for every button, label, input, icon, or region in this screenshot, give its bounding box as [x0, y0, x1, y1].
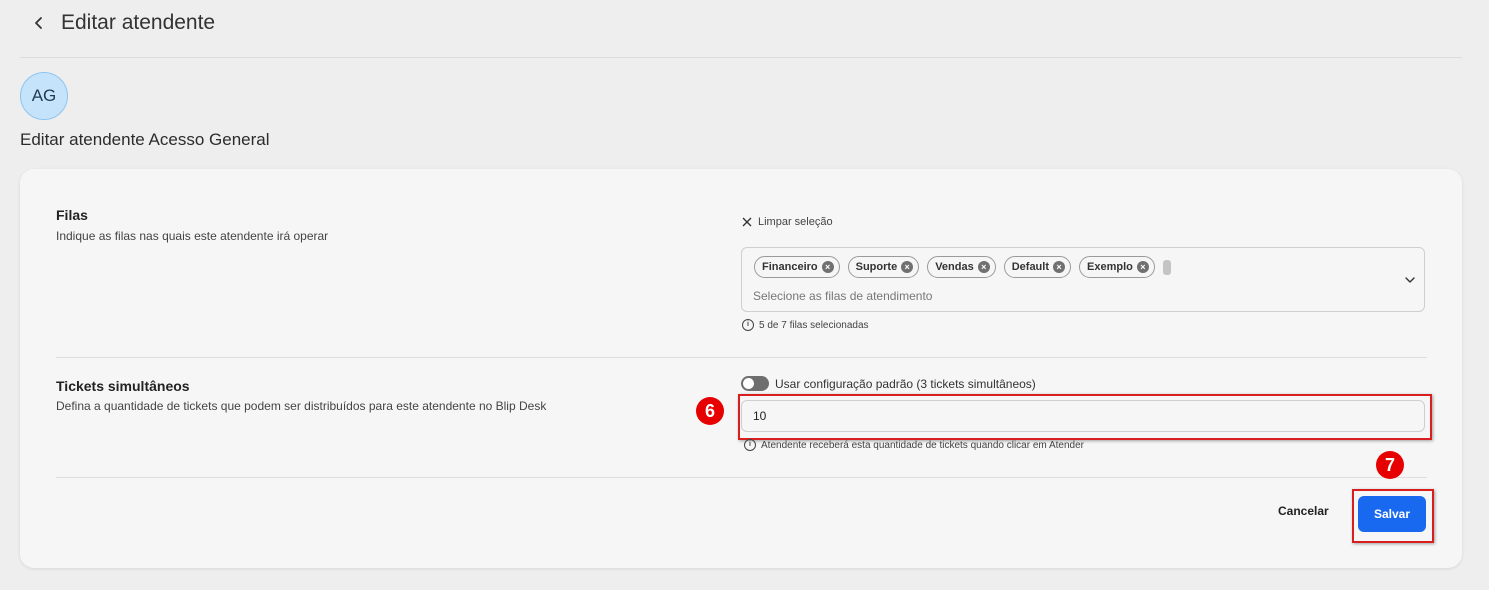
queue-chip-label: Default — [1011, 261, 1049, 273]
chip-remove-icon[interactable]: × — [821, 261, 834, 273]
queues-title: Filas — [56, 207, 88, 223]
step-badge-7: 7 — [1376, 451, 1404, 479]
tickets-helper-text: Atendente receberá esta quantidade de ti… — [761, 439, 1084, 451]
queue-chip: Default × — [1003, 256, 1071, 278]
queue-chip: Suporte × — [847, 256, 920, 278]
header-divider — [20, 57, 1462, 58]
tickets-description: Defina a quantidade de tickets que podem… — [56, 399, 547, 413]
info-icon: i — [744, 439, 756, 451]
queue-chip-label: Vendas — [935, 261, 974, 273]
edit-form-card: Filas Indique as filas nas quais este at… — [20, 169, 1462, 568]
chip-remove-icon[interactable]: × — [1053, 261, 1065, 273]
info-icon: i — [742, 319, 754, 331]
chip-remove-icon[interactable]: × — [1136, 261, 1149, 273]
queue-chip: Exemplo × — [1079, 256, 1155, 278]
clear-selection-label: Limpar seleção — [758, 216, 833, 228]
tickets-helper: i Atendente receberá esta quantidade de … — [744, 439, 1084, 451]
chevron-left-icon — [35, 17, 42, 29]
queue-chip-label: Financeiro — [762, 261, 818, 273]
queues-select[interactable]: Financeiro × Suporte × Vendas × Default … — [741, 247, 1425, 312]
chip-remove-icon[interactable]: × — [977, 261, 990, 273]
toggle-knob — [743, 378, 754, 389]
clear-selection-button[interactable]: Limpar seleção — [742, 216, 833, 228]
page-subtitle: Editar atendente Acesso General — [20, 130, 270, 149]
save-button[interactable]: Salvar — [1358, 496, 1426, 532]
page-title: Editar atendente — [61, 11, 216, 34]
chevron-down-icon[interactable] — [1404, 274, 1416, 286]
queue-chips: Financeiro × Suporte × Vendas × Default … — [754, 256, 1171, 278]
chip-remove-icon[interactable]: × — [901, 261, 914, 273]
queue-chip: Financeiro × — [754, 256, 840, 278]
queue-chip-label: Suporte — [855, 261, 898, 273]
queue-chip-label: Exemplo — [1087, 261, 1133, 273]
default-config-toggle-row: Usar configuração padrão (3 tickets simu… — [741, 376, 1036, 391]
back-button[interactable] — [28, 12, 50, 34]
queues-helper-text: 5 de 7 filas selecionadas — [759, 319, 869, 331]
cancel-button[interactable]: Cancelar — [1278, 504, 1329, 518]
default-config-toggle[interactable] — [741, 376, 769, 391]
step-badge-6: 6 — [696, 397, 724, 425]
close-icon — [742, 217, 752, 227]
section-divider — [56, 357, 1427, 358]
queues-description: Indique as filas nas quais este atendent… — [56, 229, 329, 243]
tickets-title: Tickets simultâneos — [56, 378, 190, 394]
default-config-label: Usar configuração padrão (3 tickets simu… — [775, 376, 1036, 391]
tickets-quantity-input[interactable] — [741, 400, 1425, 432]
actions-divider — [56, 477, 1427, 478]
header: Editar atendente — [0, 0, 1489, 57]
avatar: AG — [20, 72, 68, 120]
queues-placeholder: Selecione as filas de atendimento — [753, 289, 933, 303]
queue-chip: Vendas × — [927, 256, 996, 278]
queues-helper: i 5 de 7 filas selecionadas — [742, 319, 869, 331]
chips-scrollbar[interactable] — [1162, 259, 1171, 275]
